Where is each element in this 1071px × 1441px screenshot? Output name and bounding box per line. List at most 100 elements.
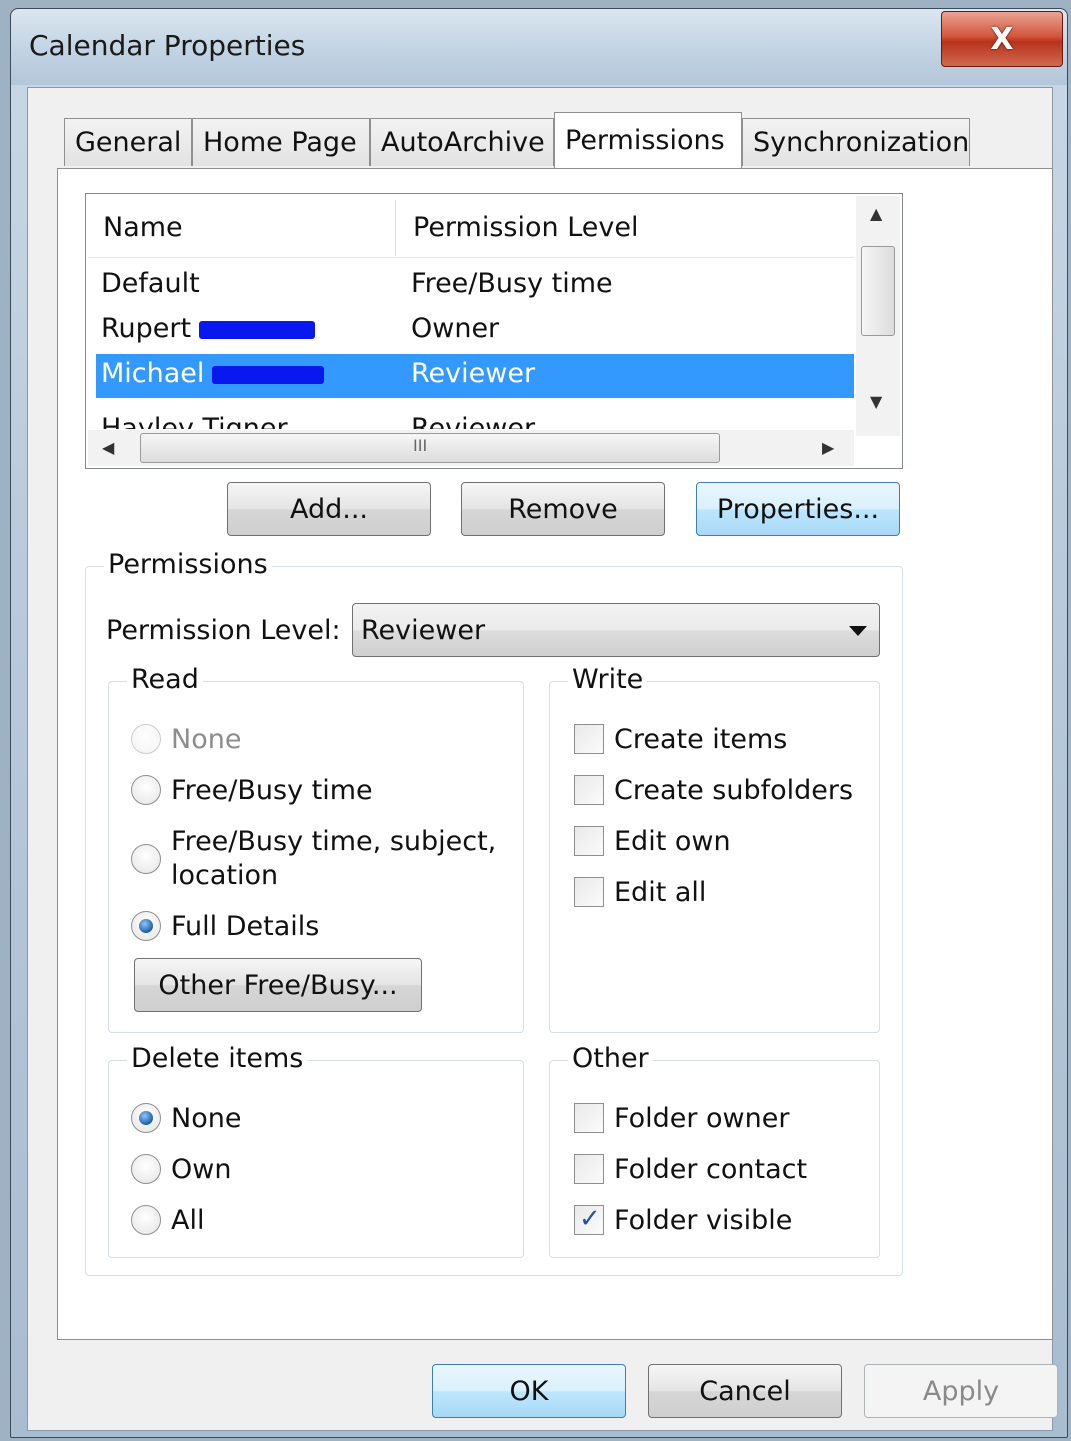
create-subfolders-checkbox[interactable]: [574, 775, 604, 805]
delete-own-label: Own: [171, 1154, 232, 1185]
tab-home-page-label: Home Page: [203, 127, 357, 158]
user-permission-level: Free/Busy time: [411, 268, 613, 299]
permissions-group-title: Permissions: [104, 549, 272, 580]
tab-autoarchive-label: AutoArchive: [381, 127, 545, 158]
column-header-name[interactable]: Name: [88, 196, 183, 258]
add-button-label: Add...: [289, 493, 369, 525]
folder-owner-checkbox[interactable]: [574, 1103, 604, 1133]
folder-contact-checkbox[interactable]: [574, 1154, 604, 1184]
horizontal-scrollbar[interactable]: ◀ III ▶: [88, 430, 854, 466]
edit-all-checkbox[interactable]: [574, 877, 604, 907]
tab-general[interactable]: General: [64, 118, 192, 166]
redaction-mark: [212, 365, 325, 384]
edit-own-label: Edit own: [614, 826, 731, 857]
edit-own-checkbox[interactable]: [574, 826, 604, 856]
delete-own-radio[interactable]: [131, 1154, 161, 1184]
delete-all-radio[interactable]: [131, 1205, 161, 1235]
list-item[interactable]: Rupert Owner: [96, 309, 854, 353]
read-free-busy-subject-label: Free/Busy time, subject,: [171, 826, 497, 857]
tab-permissions[interactable]: Permissions: [554, 112, 742, 168]
folder-contact-label: Folder contact: [614, 1154, 808, 1185]
delete-none-label: None: [171, 1103, 242, 1134]
folder-visible-checkbox[interactable]: [574, 1204, 604, 1235]
tab-synchronization[interactable]: Synchronization: [742, 118, 970, 166]
scroll-down-icon[interactable]: ▼: [870, 392, 882, 411]
permission-level-dropdown[interactable]: Reviewer: [352, 603, 880, 657]
vertical-scrollbar[interactable]: ▲ ▼: [856, 196, 900, 436]
properties-button[interactable]: Properties...: [696, 482, 900, 536]
column-header-permission-level-label: Permission Level: [413, 211, 639, 243]
vertical-scroll-thumb[interactable]: [861, 246, 895, 336]
permission-level-label: Permission Level:: [106, 615, 341, 646]
permission-level-value: Reviewer: [361, 615, 486, 646]
create-subfolders-label: Create subfolders: [614, 775, 854, 806]
folder-visible-label: Folder visible: [614, 1205, 793, 1236]
ok-button[interactable]: OK: [432, 1364, 626, 1418]
read-free-busy-subject-radio[interactable]: [131, 844, 161, 874]
user-permission-level: Owner: [411, 313, 500, 344]
folder-owner-label: Folder owner: [614, 1103, 790, 1134]
create-items-label: Create items: [614, 724, 788, 755]
permissions-group: Permissions Permission Level: Reviewer R…: [85, 549, 903, 1276]
close-button[interactable]: X: [941, 11, 1063, 67]
remove-button[interactable]: Remove: [461, 482, 665, 536]
properties-button-label: Properties...: [716, 493, 880, 525]
scroll-grip-icon: III: [413, 436, 428, 455]
read-none-label: None: [171, 724, 242, 755]
close-icon: X: [990, 21, 1014, 57]
edit-all-label: Edit all: [614, 877, 707, 908]
other-group-title: Other: [568, 1043, 653, 1074]
permissions-user-list[interactable]: Name Permission Level Default Free/Busy …: [85, 193, 903, 469]
write-group-title: Write: [568, 664, 648, 695]
dialog-client-area: General Home Page AutoArchive Permission…: [27, 87, 1058, 1431]
delete-items-group: Delete items None Own All: [108, 1043, 524, 1258]
cancel-button-label: Cancel: [699, 1375, 791, 1407]
read-free-busy-label: Free/Busy time: [171, 775, 373, 806]
user-permission-level: Reviewer: [411, 358, 536, 389]
user-name: Rupert: [101, 313, 192, 344]
list-item[interactable]: Default Free/Busy time: [96, 264, 854, 308]
user-name: Michael: [101, 358, 205, 389]
delete-none-radio[interactable]: [131, 1103, 161, 1133]
apply-button: Apply: [864, 1364, 1058, 1418]
read-full-details-label: Full Details: [171, 911, 320, 942]
scroll-left-icon[interactable]: ◀: [102, 438, 114, 457]
permissions-tab-panel: Name Permission Level Default Free/Busy …: [57, 168, 1053, 1340]
user-name-cell: Rupert: [101, 313, 316, 344]
tab-general-label: General: [75, 127, 182, 158]
user-name-cell: Michael: [101, 358, 325, 389]
read-full-details-radio[interactable]: [131, 911, 161, 941]
horizontal-scroll-thumb[interactable]: III: [140, 433, 720, 463]
redaction-mark: [199, 320, 316, 339]
user-name: Default: [101, 268, 200, 299]
tab-synchronization-label: Synchronization: [753, 127, 970, 158]
other-free-busy-button-label: Other Free/Busy...: [158, 969, 398, 1001]
apply-button-label: Apply: [922, 1375, 1000, 1407]
window-title: Calendar Properties: [29, 29, 306, 62]
user-name: Hayley Tigner: [101, 413, 288, 429]
title-bar[interactable]: Calendar Properties X: [11, 9, 1067, 85]
add-button[interactable]: Add...: [227, 482, 431, 536]
read-group-title: Read: [127, 664, 203, 695]
scroll-up-icon[interactable]: ▲: [870, 204, 882, 223]
read-free-busy-radio[interactable]: [131, 775, 161, 805]
other-group: Other Folder owner Folder contact Folder…: [549, 1043, 880, 1258]
delete-items-group-title: Delete items: [127, 1043, 308, 1074]
list-header: Name Permission Level: [88, 196, 854, 258]
chevron-down-icon: [849, 626, 867, 636]
other-free-busy-button[interactable]: Other Free/Busy...: [134, 958, 422, 1012]
read-none-radio[interactable]: [131, 724, 161, 754]
tab-permissions-label: Permissions: [565, 125, 725, 156]
column-header-permission-level[interactable]: Permission Level: [398, 196, 638, 258]
tab-home-page[interactable]: Home Page: [192, 118, 370, 166]
column-header-name-label: Name: [103, 211, 183, 243]
tab-autoarchive[interactable]: AutoArchive: [370, 118, 554, 166]
list-item-partial[interactable]: Hayley Tigner Reviewer: [96, 399, 854, 429]
list-item-selected[interactable]: Michael Reviewer: [96, 354, 854, 398]
column-separator[interactable]: [395, 200, 396, 256]
cancel-button[interactable]: Cancel: [648, 1364, 842, 1418]
remove-button-label: Remove: [508, 493, 618, 525]
read-group: Read None Free/Busy time Free/Busy time,…: [108, 664, 524, 1033]
scroll-right-icon[interactable]: ▶: [822, 438, 834, 457]
create-items-checkbox[interactable]: [574, 724, 604, 754]
